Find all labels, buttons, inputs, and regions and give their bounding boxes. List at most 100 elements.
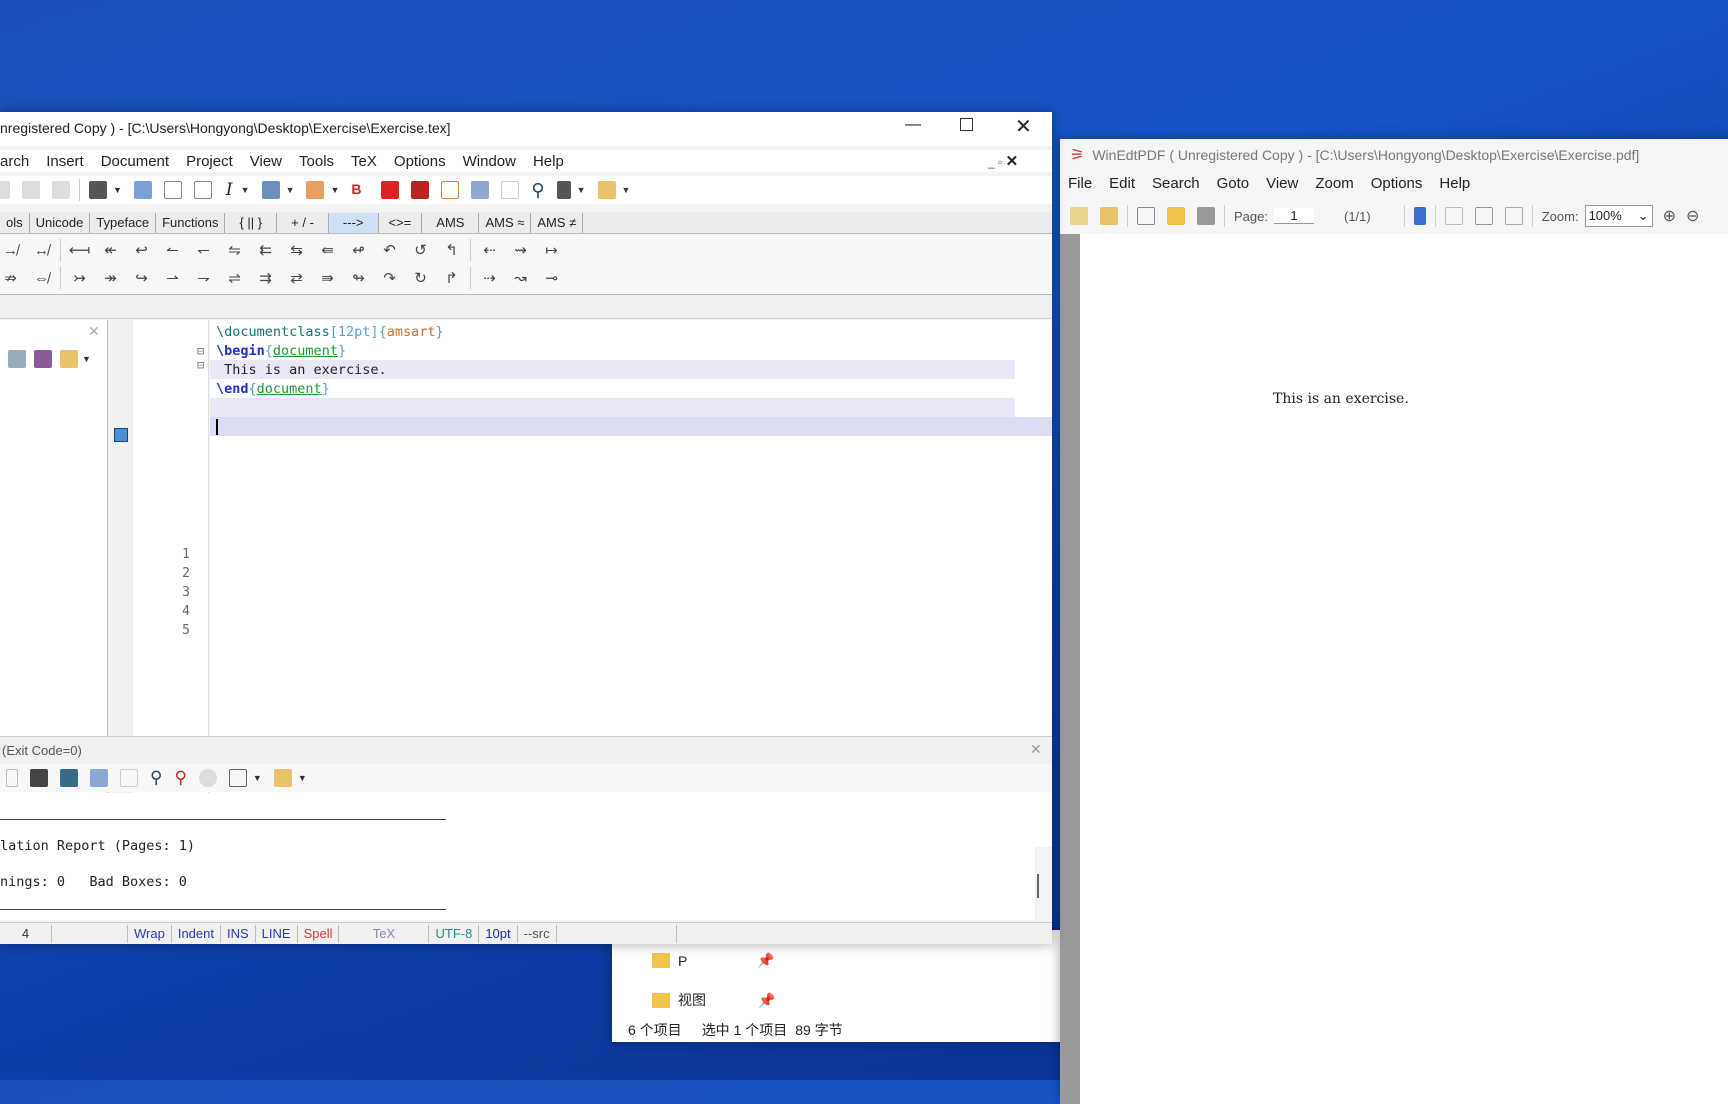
image-icon[interactable] — [261, 181, 280, 199]
texify-icon[interactable] — [471, 181, 490, 199]
arrow-symbol-button[interactable]: ↝ — [505, 269, 536, 287]
sum-icon[interactable] — [193, 181, 212, 199]
stop-icon[interactable] — [198, 769, 217, 787]
menu-tools[interactable]: Tools — [299, 153, 334, 170]
acrobat-search-icon[interactable] — [411, 181, 430, 199]
tab-ams[interactable]: AMS — [422, 212, 480, 233]
arrow-symbol-button[interactable]: ⇁ — [188, 269, 219, 287]
arrow-symbol-button[interactable]: ⇚ — [312, 241, 343, 259]
acrobat-icon[interactable] — [381, 181, 400, 199]
arrow-symbol-button[interactable]: ↶ — [374, 241, 405, 259]
arrow-symbol-button[interactable]: ⇎ — [26, 270, 57, 287]
status-field[interactable]: UTF-8 — [429, 924, 480, 943]
arrow-symbol-button[interactable]: ↫ — [343, 241, 374, 259]
log-output[interactable]: lation Report (Pages: 1) nings: 0 Bad Bo… — [0, 793, 1035, 920]
menu-help[interactable]: Help — [533, 153, 564, 170]
arrow-symbol-button[interactable]: ⇠ — [474, 241, 505, 259]
arrow-symbol-button[interactable]: ↱ — [436, 269, 467, 287]
minimize-button[interactable]: — — [905, 116, 921, 134]
folder-search-icon[interactable] — [1167, 207, 1185, 225]
table-icon[interactable] — [228, 769, 247, 787]
terminal-icon[interactable] — [30, 769, 48, 787]
italic-icon[interactable]: I — [226, 180, 233, 200]
menu-insert[interactable]: Insert — [46, 153, 84, 170]
zoom-in-icon[interactable]: ⊕ — [1663, 206, 1676, 226]
status-field[interactable] — [52, 924, 128, 943]
arrow-symbol-button[interactable]: ↽ — [188, 241, 219, 259]
close-button[interactable]: ✕ — [1015, 114, 1032, 139]
maximize-button[interactable] — [960, 118, 973, 131]
arrow-symbol-button[interactable]: ↬ — [343, 269, 374, 287]
copy-log-icon[interactable] — [6, 769, 18, 787]
project-log-icon[interactable] — [273, 769, 292, 787]
tab-relations[interactable]: <>= — [379, 212, 423, 233]
print-icon[interactable] — [1197, 207, 1215, 225]
arrow-symbol-button[interactable]: ↷ — [374, 269, 405, 287]
bookmark-icon[interactable] — [1413, 207, 1426, 225]
dvi-icon[interactable] — [441, 181, 460, 199]
arrow-symbol-button[interactable]: ⇀ — [157, 269, 188, 287]
open-file-icon[interactable] — [1070, 207, 1088, 225]
arrow-symbol-button[interactable]: ↮ — [26, 242, 57, 259]
menu-window[interactable]: Window — [463, 153, 516, 170]
page-input[interactable]: 1 — [1273, 208, 1314, 224]
menu-view[interactable]: View — [250, 153, 282, 170]
log-scrollbar[interactable] — [1037, 874, 1039, 898]
status-field[interactable]: --src — [518, 924, 557, 943]
tab-typeface[interactable]: Typeface — [90, 212, 157, 233]
arrow-symbol-button[interactable]: ⇝ — [505, 241, 536, 259]
zoom-out-icon[interactable]: ⊖ — [1686, 206, 1699, 226]
search-error-icon[interactable]: ⚲ — [174, 768, 186, 788]
preview-icon[interactable] — [1137, 207, 1155, 225]
bibtex-icon[interactable]: B — [351, 181, 369, 199]
pdf-menu-options[interactable]: Options — [1371, 175, 1423, 192]
tab-functions[interactable]: Functions — [156, 212, 226, 233]
tab-operators[interactable]: + / - — [277, 212, 329, 233]
cut-icon[interactable] — [0, 181, 10, 199]
arrow-symbol-button[interactable]: ⇌ — [219, 269, 250, 287]
menu-document[interactable]: Document — [101, 153, 169, 170]
folder-open-icon[interactable] — [60, 350, 78, 368]
fold-markers[interactable]: ⊟ ⊟ — [197, 344, 204, 372]
arrow-symbol-button[interactable]: ⇆ — [281, 241, 312, 259]
arrow-symbol-button[interactable]: ↩ — [126, 241, 157, 259]
menu-search[interactable]: arch — [0, 153, 29, 170]
console-icon[interactable] — [60, 769, 78, 787]
tab-delimiters[interactable]: { || } — [225, 212, 278, 233]
save-all-icon[interactable] — [34, 350, 52, 368]
arrow-symbol-button[interactable]: ↠ — [95, 269, 126, 287]
log-close-icon[interactable]: ✕ — [1030, 741, 1042, 758]
paste-icon[interactable] — [52, 181, 70, 199]
open-folder-icon[interactable] — [1100, 207, 1118, 225]
zoom-select[interactable]: 100% ⌄ — [1584, 205, 1653, 227]
search-log-icon[interactable]: ⚲ — [150, 768, 162, 788]
tab-symbols[interactable]: ols — [0, 212, 30, 233]
arrow-symbol-button[interactable]: ↻ — [405, 269, 436, 287]
sync-icon[interactable] — [8, 350, 26, 368]
panel-close-icon[interactable]: ✕ — [88, 323, 100, 340]
tab-arrows[interactable]: ---> — [328, 212, 379, 233]
status-field[interactable]: Wrap — [128, 924, 172, 943]
trash-icon[interactable] — [556, 181, 571, 199]
arrow-symbol-button[interactable]: ⊸ — [536, 269, 567, 287]
status-field[interactable]: LINE — [256, 924, 298, 943]
arrow-symbol-button[interactable]: ⇄ — [281, 269, 312, 287]
arrow-symbol-button[interactable]: ⇢ — [474, 269, 505, 287]
spellcheck-icon[interactable] — [133, 181, 152, 199]
pdf-menu-edit[interactable]: Edit — [1109, 175, 1135, 192]
pdf-menu-help[interactable]: Help — [1439, 175, 1470, 192]
find-icon[interactable] — [89, 181, 107, 199]
arrow-symbol-button[interactable]: ⇏ — [0, 269, 26, 287]
explorer-item-p[interactable]: P 📌 — [652, 952, 775, 969]
status-field[interactable]: TeX — [339, 924, 430, 943]
tab-ams-neq[interactable]: AMS ≠ — [531, 212, 584, 233]
pdf-menu-search[interactable]: Search — [1152, 175, 1200, 192]
arrow-symbol-button[interactable]: ↦ — [536, 241, 567, 259]
tree-icon[interactable] — [163, 181, 182, 199]
status-field[interactable]: 10pt — [479, 924, 518, 943]
arrow-symbol-button[interactable]: ⇋ — [219, 241, 250, 259]
pdf-menu-view[interactable]: View — [1266, 175, 1298, 192]
arrow-symbol-button[interactable]: ⟻ — [64, 241, 95, 259]
copy-icon[interactable] — [22, 181, 40, 199]
status-field[interactable]: Spell — [298, 924, 340, 943]
